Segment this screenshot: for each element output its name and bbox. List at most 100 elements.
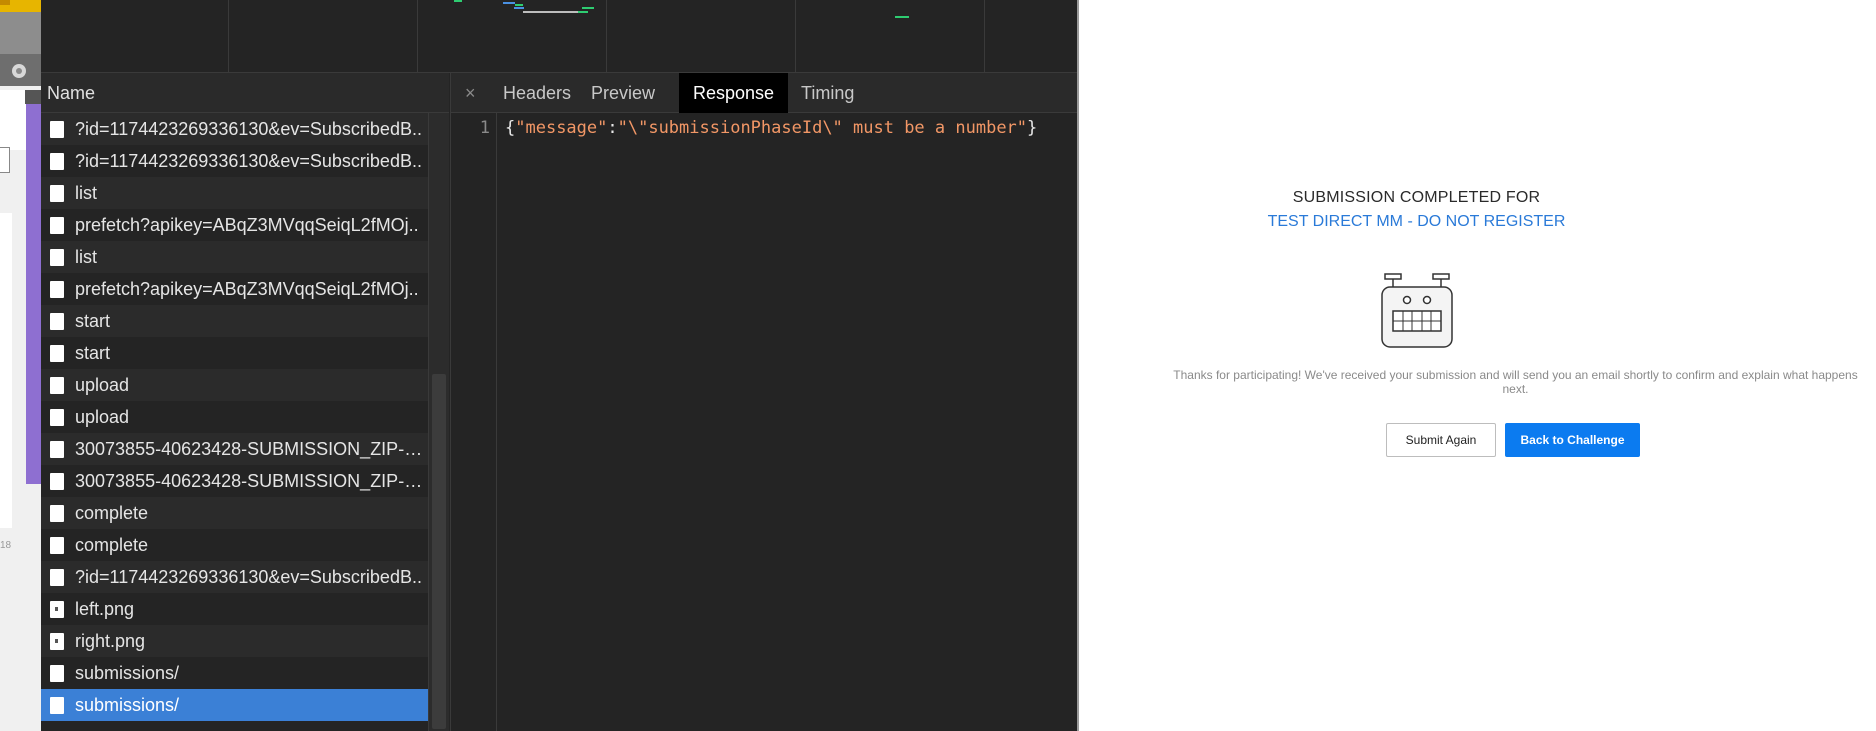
request-row[interactable]: ?id=1174423269336130&ev=SubscribedB..	[41, 561, 428, 593]
response-json-line[interactable]: {"message":"\"submissionPhaseId\" must b…	[505, 118, 1037, 138]
request-name: complete	[75, 503, 149, 523]
request-row[interactable]: submissions/	[41, 657, 428, 689]
submission-page: SUBMISSION COMPLETED FOR TEST DIRECT MM …	[1079, 0, 1876, 731]
json-open-brace: {	[505, 118, 516, 138]
request-list-scroll-thumb[interactable]	[432, 374, 446, 729]
request-row[interactable]: complete	[41, 497, 428, 529]
timeline-overview[interactable]	[41, 0, 1077, 73]
file-icon	[50, 153, 64, 170]
tab-timing[interactable]: Timing	[787, 73, 868, 113]
request-name: list	[75, 183, 97, 203]
request-row[interactable]: upload	[41, 401, 428, 433]
request-row[interactable]: upload	[41, 369, 428, 401]
card-fragment	[0, 213, 12, 528]
file-icon	[50, 697, 64, 714]
challenge-name-link[interactable]: TEST DIRECT MM - DO NOT REGISTER	[1079, 213, 1754, 231]
request-row[interactable]: 30073855-40623428-SUBMISSION_ZIP-1..	[41, 465, 428, 497]
timeline-bar	[514, 7, 524, 9]
record-icon[interactable]	[12, 64, 26, 78]
timeline-gridline	[795, 0, 796, 73]
file-icon	[50, 409, 64, 426]
request-name: start	[75, 311, 111, 331]
json-colon: :	[607, 118, 618, 138]
request-name: list	[75, 247, 97, 267]
response-body[interactable]: 1 {"message":"\"submissionPhaseId\" must…	[450, 113, 1077, 731]
file-icon	[50, 313, 64, 330]
request-name: right.png	[75, 631, 146, 651]
file-icon	[50, 377, 64, 394]
confirmation-message: Thanks for participating! We've received…	[1173, 368, 1858, 396]
submit-again-button[interactable]: Submit Again	[1386, 423, 1496, 457]
timeline-bar	[578, 11, 588, 13]
request-row[interactable]: list	[41, 177, 428, 209]
input-fragment[interactable]	[0, 147, 10, 173]
file-icon	[50, 569, 64, 586]
file-icon	[50, 473, 64, 490]
request-name: 30073855-40623428-SUBMISSION_ZIP-1..	[75, 439, 423, 459]
request-name: submissions/	[75, 663, 180, 683]
name-column-header[interactable]: Name	[41, 73, 449, 113]
tab-headers[interactable]: Headers	[489, 73, 585, 113]
file-icon	[50, 537, 64, 554]
line-number: 1	[479, 118, 490, 138]
back-to-challenge-button[interactable]: Back to Challenge	[1505, 423, 1640, 457]
timeline-gridline	[228, 0, 229, 73]
tab-response[interactable]: Response	[679, 73, 789, 113]
request-name: upload	[75, 375, 130, 395]
underlying-page-strip: 18	[0, 0, 41, 731]
request-name: start	[75, 343, 111, 363]
line-gutter: 1	[451, 113, 497, 731]
scroll-up-arrow[interactable]	[25, 90, 41, 104]
detail-tabbar: × Headers Preview Response Timing	[450, 73, 1077, 113]
request-row[interactable]: 30073855-40623428-SUBMISSION_ZIP-1..	[41, 433, 428, 465]
purple-block	[26, 90, 41, 484]
file-icon	[50, 249, 64, 266]
timeline-gridline	[984, 0, 985, 73]
request-row[interactable]: left.png	[41, 593, 428, 625]
request-name: prefetch?apikey=ABqZ3MVqqSeiqL2fMOj..	[75, 215, 419, 235]
timeline-gridline	[606, 0, 607, 73]
json-key: "message"	[515, 118, 608, 138]
close-icon[interactable]: ×	[465, 73, 476, 113]
request-name: 30073855-40623428-SUBMISSION_ZIP-1..	[75, 471, 423, 491]
request-row[interactable]: ?id=1174423269336130&ev=SubscribedB..	[41, 145, 428, 177]
image-icon	[50, 633, 64, 650]
timeline-gridline	[417, 0, 418, 73]
request-name: ?id=1174423269336130&ev=SubscribedB..	[75, 119, 422, 139]
request-name: complete	[75, 535, 149, 555]
file-icon	[50, 505, 64, 522]
request-row[interactable]: complete	[41, 529, 428, 561]
request-name: upload	[75, 407, 130, 427]
submission-heading: SUBMISSION COMPLETED FOR	[1292, 189, 1541, 206]
file-icon	[50, 441, 64, 458]
request-row[interactable]: right.png	[41, 625, 428, 657]
timeline-bar	[515, 4, 523, 6]
json-value: "\"submissionPhaseId\" must be a number"	[617, 118, 1028, 138]
request-row[interactable]: start	[41, 305, 428, 337]
yellow-bar-mark	[0, 0, 10, 5]
file-icon	[50, 185, 64, 202]
tab-preview[interactable]: Preview	[577, 73, 669, 113]
timeline-bar	[454, 0, 462, 2]
request-name: ?id=1174423269336130&ev=SubscribedB..	[75, 151, 422, 171]
request-name: prefetch?apikey=ABqZ3MVqqSeiqL2fMOj..	[75, 279, 419, 299]
gray-block	[0, 12, 41, 54]
request-row[interactable]: start	[41, 337, 428, 369]
request-row[interactable]: prefetch?apikey=ABqZ3MVqqSeiqL2fMOj..	[41, 273, 428, 305]
screen: 18 Name ?id=1174423269336130&ev=Subscrib…	[0, 0, 1876, 731]
file-icon	[50, 281, 64, 298]
file-icon	[50, 345, 64, 362]
request-name: submissions/	[75, 695, 180, 715]
number-fragment: 18	[0, 540, 12, 551]
request-row[interactable]: submissions/	[41, 689, 428, 721]
file-icon	[50, 121, 64, 138]
image-icon	[50, 601, 64, 618]
request-list[interactable]: ?id=1174423269336130&ev=SubscribedB.. ?id…	[41, 113, 428, 731]
robot-icon	[1381, 273, 1453, 348]
timeline-bar	[523, 11, 578, 13]
request-row[interactable]: ?id=1174423269336130&ev=SubscribedB..	[41, 113, 428, 145]
timeline-bar	[503, 2, 515, 4]
request-row[interactable]: prefetch?apikey=ABqZ3MVqqSeiqL2fMOj..	[41, 209, 428, 241]
request-row[interactable]: list	[41, 241, 428, 273]
timeline-bar	[582, 7, 594, 9]
